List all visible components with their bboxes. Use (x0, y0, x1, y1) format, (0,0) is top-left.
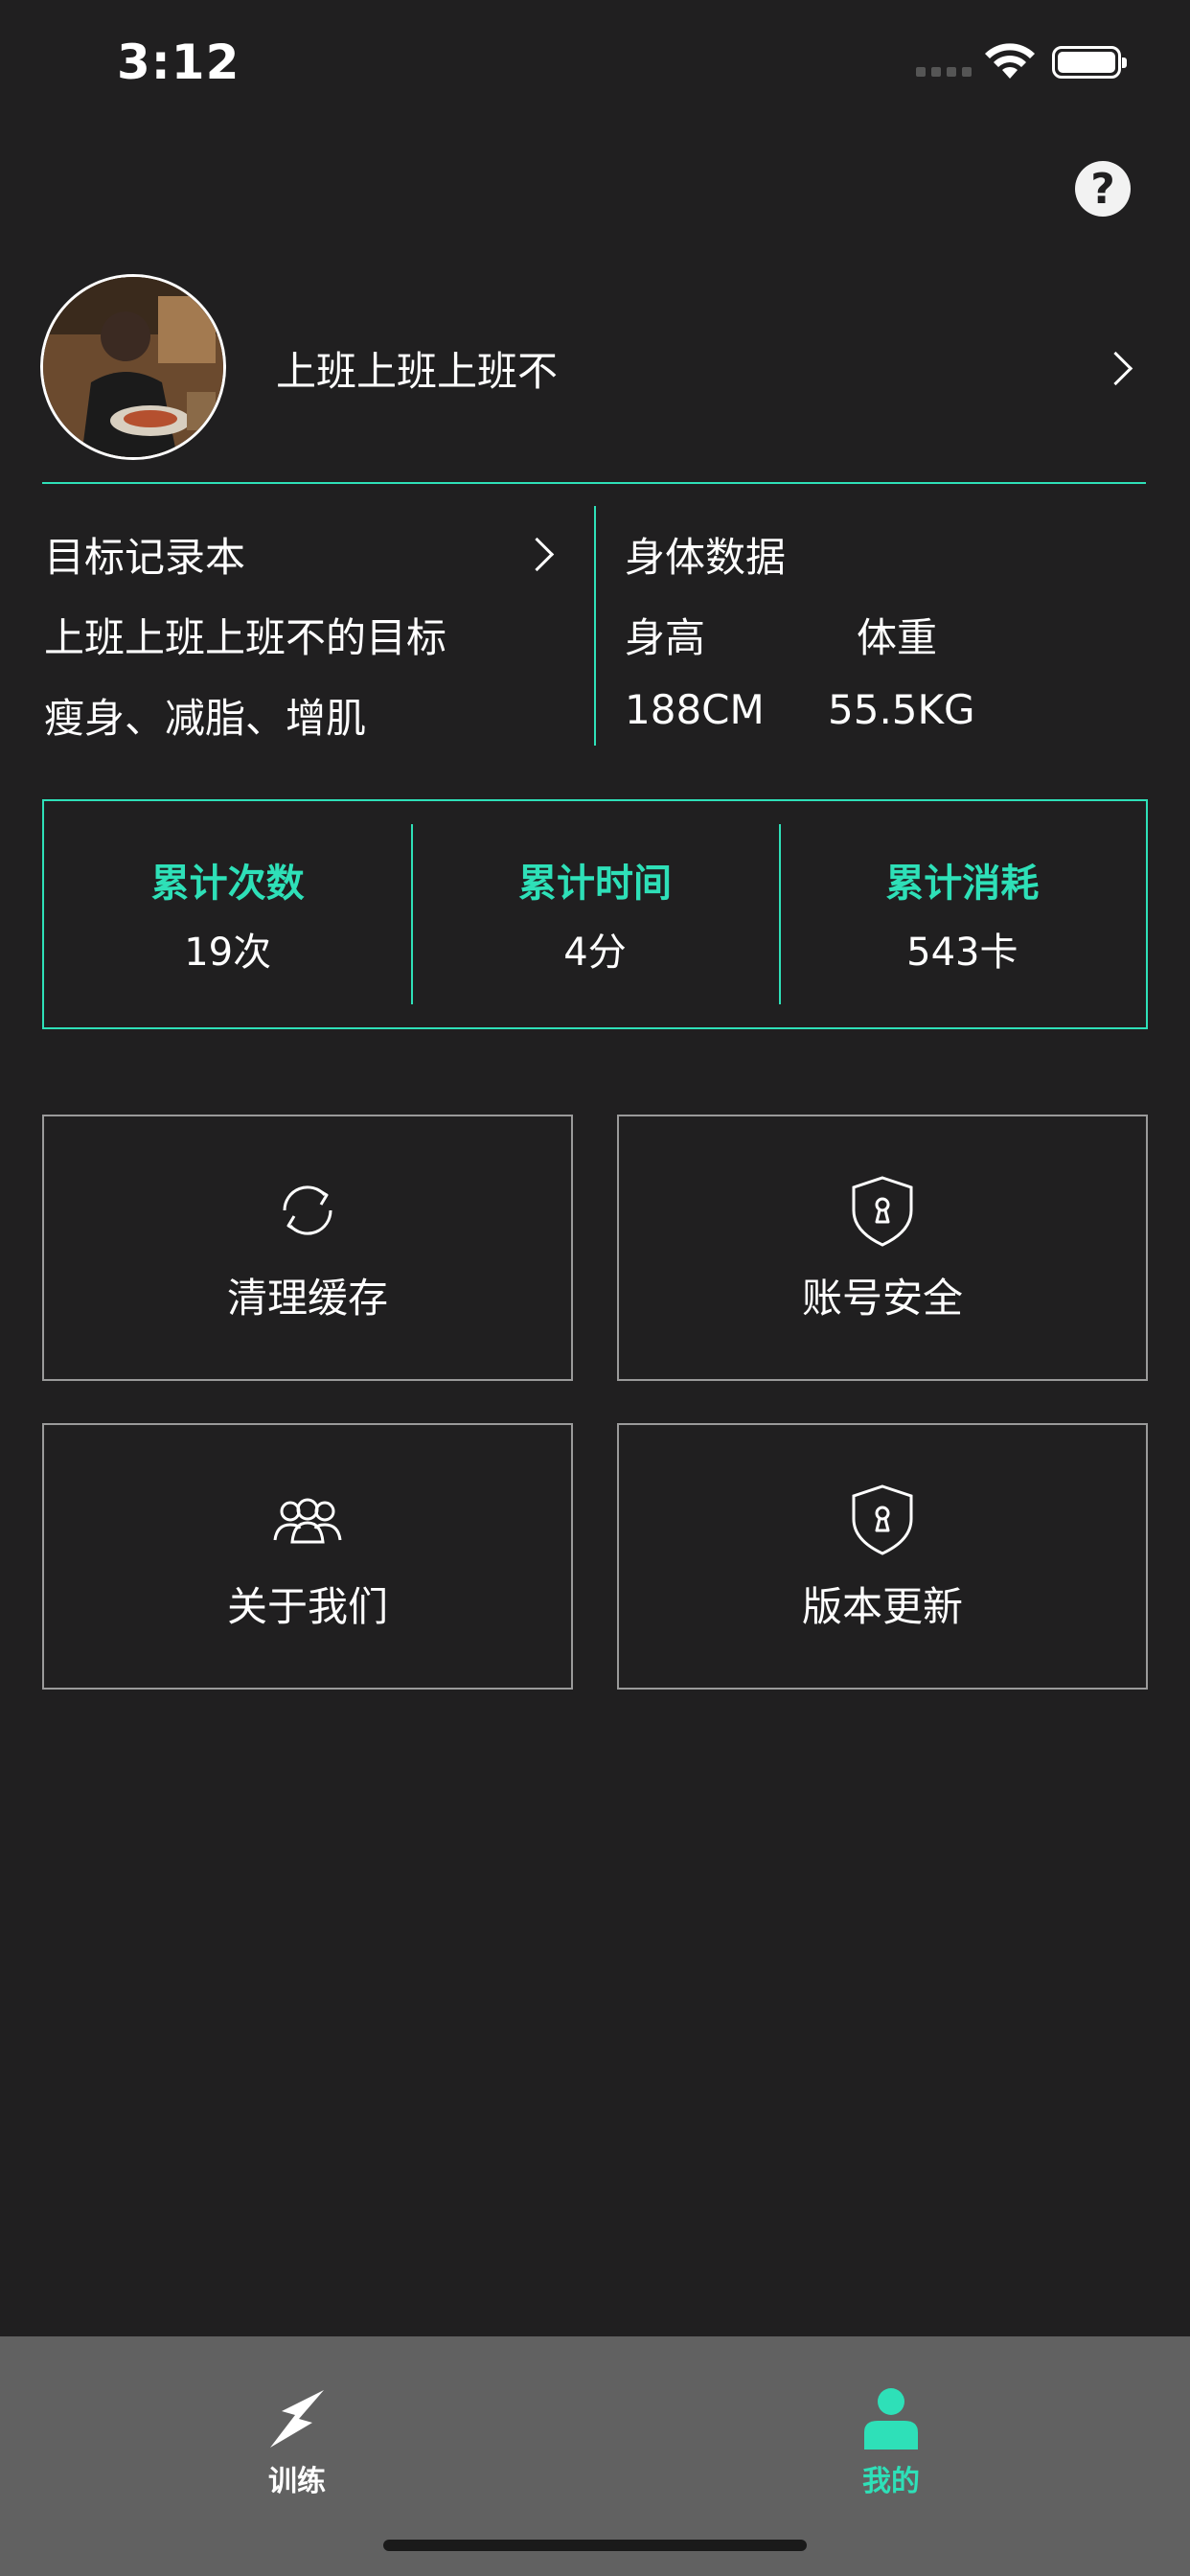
about-us-button[interactable]: 关于我们 (42, 1423, 573, 1690)
weight-value: 55.5KG (828, 686, 975, 733)
shield-icon (852, 1175, 913, 1247)
signal-icon (916, 67, 972, 77)
stat-label: 累计时间 (517, 862, 672, 906)
body-data-title: 身体数据 (625, 534, 787, 581)
divider (42, 482, 1146, 484)
stat-value: 19次 (184, 931, 272, 975)
battery-icon (1052, 46, 1127, 79)
weight-label: 体重 (857, 614, 938, 661)
wifi-icon (985, 43, 1035, 79)
username[interactable]: 上班上班上班不 (276, 339, 558, 398)
account-security-button[interactable]: 账号安全 (617, 1115, 1148, 1381)
height-value: 188CM (625, 686, 765, 733)
lightning-icon (270, 2390, 324, 2448)
stat-calories: 累计消耗 543卡 (778, 801, 1146, 1027)
stat-value: 4分 (563, 931, 627, 975)
stat-label: 累计次数 (150, 862, 305, 906)
tile-label: 清理缓存 (226, 1274, 388, 1322)
status-time: 3:12 (117, 34, 240, 90)
tab-label: 我的 (862, 2465, 920, 2498)
chevron-right-icon[interactable] (1098, 351, 1133, 386)
avatar-photo (43, 277, 223, 457)
stat-count: 累计次数 19次 (44, 801, 411, 1027)
clear-cache-button[interactable]: 清理缓存 (42, 1115, 573, 1381)
stat-value: 543卡 (906, 931, 1018, 975)
shield-icon (852, 1484, 913, 1555)
goals-title[interactable]: 目标记录本 (44, 525, 245, 584)
height-label: 身高 (625, 614, 706, 661)
tab-mine[interactable]: 我的 (747, 2336, 1035, 2499)
home-indicator (383, 2540, 807, 2551)
stats-panel: 累计次数 19次 累计时间 4分 累计消耗 543卡 (42, 799, 1148, 1029)
tile-label: 版本更新 (801, 1582, 963, 1630)
version-update-button[interactable]: 版本更新 (617, 1423, 1148, 1690)
person-icon (864, 2388, 918, 2450)
goals-tags: 瘦身、减脂、增肌 (44, 695, 367, 742)
stat-label: 累计消耗 (885, 862, 1040, 906)
group-icon (273, 1498, 342, 1543)
tile-label: 账号安全 (801, 1274, 963, 1322)
refresh-icon (283, 1184, 332, 1235)
goals-subtitle: 上班上班上班不的目标 (44, 614, 447, 661)
avatar[interactable] (40, 274, 226, 460)
stat-time: 累计时间 4分 (411, 801, 778, 1027)
vertical-divider (594, 506, 596, 746)
chevron-right-icon[interactable] (519, 537, 555, 572)
tab-label: 训练 (268, 2465, 326, 2498)
tab-train[interactable]: 训练 (153, 2336, 441, 2499)
help-icon[interactable]: ? (1075, 161, 1131, 217)
tile-label: 关于我们 (226, 1582, 388, 1630)
